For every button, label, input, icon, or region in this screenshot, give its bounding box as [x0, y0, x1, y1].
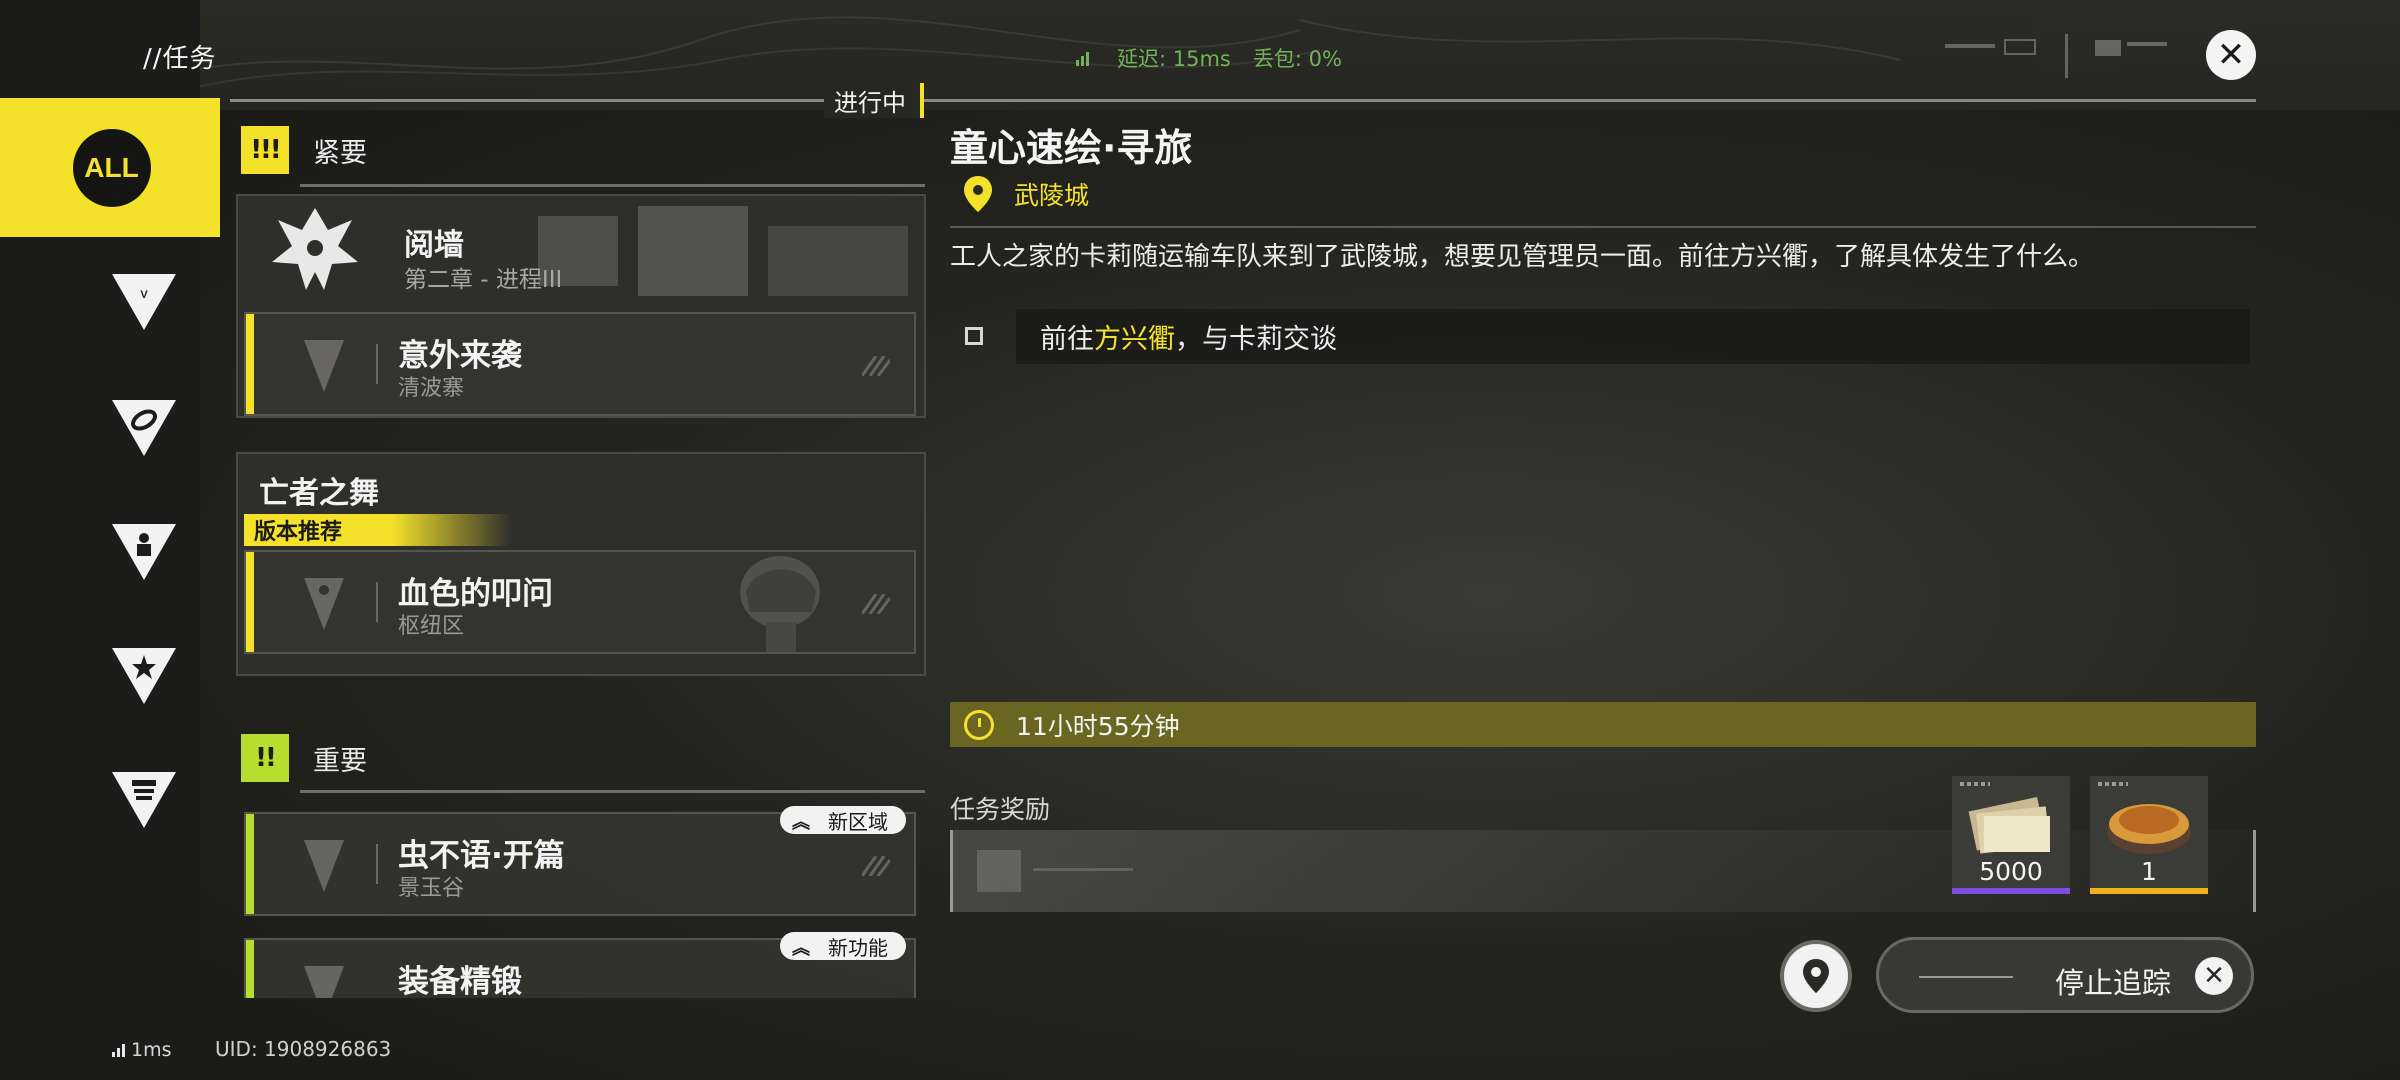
rarity-dots — [1960, 782, 1990, 786]
character-portrait — [740, 556, 820, 652]
detail-location: 武陵城 — [962, 174, 1089, 214]
quest-location: 清波寨 — [398, 376, 465, 401]
signal-icon — [112, 1043, 125, 1057]
clock-icon — [964, 709, 994, 740]
stripe-deco-icon — [862, 856, 890, 876]
urgent-badge: !!! — [241, 126, 289, 174]
swirl-filter-icon[interactable] — [110, 398, 178, 458]
location-text: 武陵城 — [1014, 181, 1090, 210]
location-pin-icon — [964, 176, 992, 212]
new-feature-label: 新功能 — [828, 935, 888, 960]
close-small-icon: ✕ — [2195, 957, 2233, 995]
timer-text: 11小时55分钟 — [1016, 711, 1180, 741]
person-logo-icon — [304, 578, 344, 630]
chapter-quest-title: 阅墙 — [404, 228, 464, 263]
card-divider — [376, 844, 378, 884]
stripe-deco-icon — [862, 594, 890, 614]
reward-item-currency[interactable]: 5000 — [1952, 776, 2070, 894]
urgent-section-header: !!! 紧要 — [241, 126, 367, 174]
map-locate-button[interactable] — [1780, 940, 1852, 1012]
banner-art — [538, 206, 908, 296]
double-chevron-up-icon: ︽ — [792, 938, 810, 959]
currency-notes-icon — [1968, 796, 2050, 854]
quest-accent-bar — [246, 940, 254, 998]
version-recommended-tag: 版本推荐 — [244, 514, 512, 546]
dragon-emblem-icon — [272, 208, 358, 290]
quest-accent-bar — [246, 314, 254, 414]
objective-prefix: 前往 — [1040, 324, 1094, 355]
swirl-logo-icon — [304, 840, 344, 892]
detail-quest-title: 童心速绘·寻旅 — [950, 126, 1193, 170]
in-progress-tag: 进行中 — [824, 83, 924, 118]
reward-strip-end — [2253, 830, 2256, 912]
quest-title: 虫不语·开篇 — [398, 838, 565, 874]
ping-text: 1ms — [131, 1039, 172, 1061]
quest-title: 血色的叩问 — [398, 576, 553, 612]
quest-title: 意外来袭 — [398, 338, 522, 374]
reward-item-pie[interactable]: 1 — [2090, 776, 2208, 894]
important-section-rule — [300, 790, 925, 793]
rarity-bar — [2090, 888, 2208, 894]
reward-qty: 5000 — [1979, 857, 2043, 886]
objective-target: 方兴衢 — [1094, 324, 1175, 355]
card-divider — [376, 344, 378, 384]
svg-text:V: V — [140, 289, 148, 301]
quest-group-title: 亡者之舞 — [259, 476, 379, 511]
new-area-label: 新区域 — [828, 809, 888, 834]
detail-rule — [950, 226, 2256, 228]
reward-label: 任务奖励 — [950, 795, 1051, 824]
quest-title: 装备精锻 — [398, 964, 522, 998]
person-filter-icon[interactable] — [110, 522, 178, 582]
map-pin-icon — [1803, 959, 1829, 993]
objective-suffix: ，与卡莉交谈 — [1175, 324, 1337, 355]
pie-food-icon — [2107, 804, 2191, 854]
user-id: UID: 1908926863 — [215, 1037, 392, 1061]
quest-description: 工人之家的卡莉随运输车队来到了武陵城，想要见管理员一面。前往方兴衢，了解具体发生… — [950, 242, 2095, 272]
quest-card-bloody-query[interactable]: 血色的叩问 枢纽区 — [244, 550, 916, 654]
new-area-tag: ︽ 新区域 — [780, 806, 906, 834]
quest-accent-bar — [246, 552, 254, 652]
quest-accent-bar — [246, 814, 254, 914]
packet-loss-text: 丢包: 0% — [1252, 47, 1342, 71]
stop-tracking-button[interactable]: 停止追踪 ✕ — [1876, 937, 2254, 1013]
quest-timer: 11小时55分钟 — [950, 702, 2256, 747]
new-feature-tag: ︽ 新功能 — [780, 932, 906, 960]
signal-icon — [1076, 50, 1089, 66]
header-decoration — [1945, 34, 2167, 78]
endfield-filter-icon[interactable]: V — [110, 272, 178, 332]
objective-row: 前往 方兴衢 ，与卡莉交谈 — [1016, 309, 2250, 364]
network-status: 延迟: 15ms 丢包: 0% — [1076, 43, 1342, 73]
filter-all-button[interactable]: ALL — [0, 98, 220, 237]
rarity-bar — [1952, 888, 2070, 894]
page-title: //任务 — [143, 44, 217, 74]
important-label: 重要 — [313, 745, 367, 777]
swirl-logo-icon — [304, 966, 344, 998]
endfield-logo-icon — [304, 340, 344, 392]
quest-location: 景玉谷 — [398, 876, 465, 901]
objective-checkbox-icon — [965, 327, 983, 345]
quest-location: 枢纽区 — [398, 614, 465, 639]
ping-indicator: 1ms — [112, 1039, 172, 1061]
reward-qty: 1 — [2141, 857, 2157, 886]
crate-icon — [977, 850, 1133, 892]
stripe-deco-icon — [862, 356, 890, 376]
close-icon: ✕ — [2216, 35, 2246, 75]
button-line — [1919, 976, 2013, 978]
rarity-dots — [2098, 782, 2128, 786]
close-button[interactable]: ✕ — [2206, 30, 2256, 80]
card-divider — [376, 582, 378, 622]
urgent-section-rule — [300, 184, 925, 187]
latency-text: 延迟: 15ms — [1117, 47, 1231, 71]
building-filter-icon[interactable] — [110, 770, 178, 830]
chapter-progress: 第二章 - 进程III — [404, 267, 563, 293]
quest-card-accident[interactable]: 意外来袭 清波寨 — [244, 312, 916, 416]
urgent-label: 紧要 — [313, 137, 367, 169]
star-filter-icon[interactable] — [110, 646, 178, 706]
double-chevron-up-icon: ︽ — [792, 812, 810, 833]
stop-tracking-label: 停止追踪 — [2055, 966, 2172, 1000]
important-section-header: !! 重要 — [241, 734, 367, 782]
important-badge: !! — [241, 734, 289, 782]
header-rule — [230, 99, 2256, 102]
all-filter-icon: ALL — [72, 128, 151, 207]
